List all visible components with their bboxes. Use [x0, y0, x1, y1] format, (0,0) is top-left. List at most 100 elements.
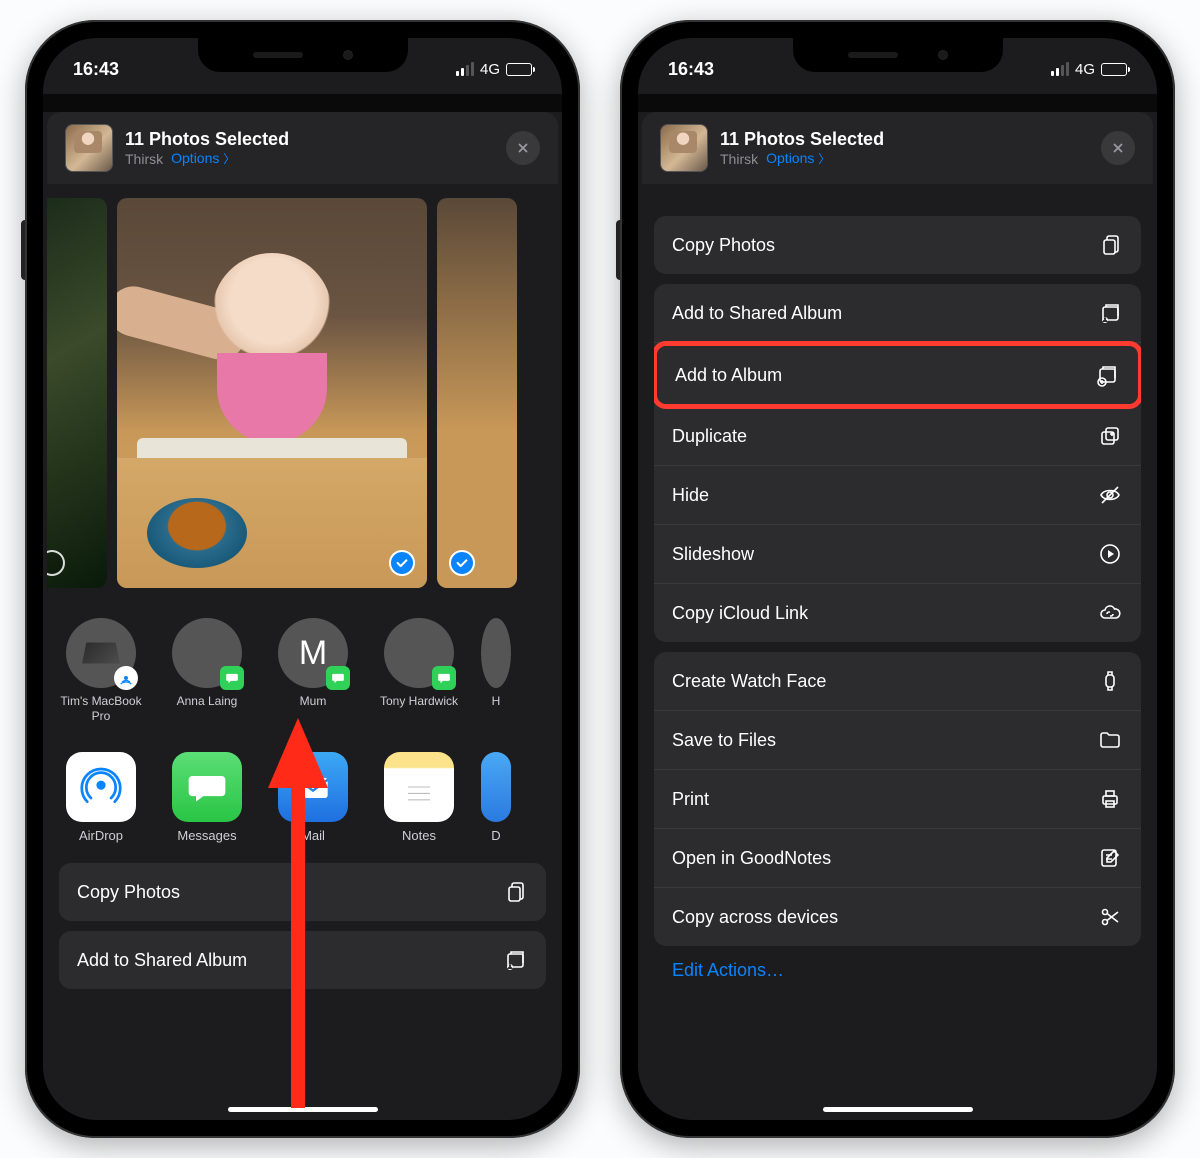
share-sheet-body: Tim's MacBook Pro Anna Laing M	[43, 184, 562, 1019]
action-label: Open in GoodNotes	[672, 848, 831, 869]
action-create-watch-face[interactable]: Create Watch Face	[654, 652, 1141, 711]
action-label: Copy Photos	[672, 235, 775, 256]
action-label: Copy across devices	[672, 907, 838, 928]
selection-location: Thirsk	[720, 151, 758, 167]
status-time: 16:43	[73, 59, 119, 80]
contact-anna[interactable]: Anna Laing	[163, 618, 251, 724]
copy-icon	[1097, 232, 1123, 258]
app-label: Messages	[163, 828, 251, 843]
watch-icon	[1097, 668, 1123, 694]
phone-right: 16:43 4G 11 Photos Selected Thirsk Optio…	[620, 20, 1175, 1138]
contact-more[interactable]: H	[481, 618, 511, 724]
action-copy-photos[interactable]: Copy Photos	[654, 216, 1141, 274]
app-icon-partial	[481, 752, 511, 822]
battery-icon	[1101, 63, 1127, 76]
header-text: 11 Photos Selected Thirsk Options 〉	[720, 129, 1089, 167]
action-label: Create Watch Face	[672, 671, 826, 692]
selection-subtitle: Thirsk Options 〉	[720, 150, 1089, 167]
edit-actions-link[interactable]: Edit Actions…	[654, 956, 1141, 985]
action-copy-across-devices[interactable]: Copy across devices	[654, 888, 1141, 946]
signal-icon	[456, 62, 474, 76]
background-strip	[43, 94, 562, 112]
airdrop-badge-icon	[114, 666, 138, 690]
action-copy-photos[interactable]: Copy Photos	[59, 863, 546, 921]
home-indicator[interactable]	[228, 1107, 378, 1112]
close-button[interactable]	[506, 131, 540, 165]
photo-preview-prev[interactable]	[47, 198, 107, 588]
selection-check-icon[interactable]	[449, 550, 475, 576]
avatar: M	[278, 618, 348, 688]
app-mail[interactable]: Mail	[269, 752, 357, 843]
app-messages[interactable]: Messages	[163, 752, 251, 843]
action-label: Duplicate	[672, 426, 747, 447]
action-label: Copy iCloud Link	[672, 603, 808, 624]
action-add-shared-album[interactable]: Add to Shared Album	[654, 284, 1141, 343]
app-label: Mail	[269, 828, 357, 843]
action-open-goodnotes[interactable]: Open in GoodNotes	[654, 829, 1141, 888]
action-copy-icloud-link[interactable]: Copy iCloud Link	[654, 584, 1141, 642]
play-icon	[1097, 541, 1123, 567]
action-label: Slideshow	[672, 544, 754, 565]
action-print[interactable]: Print	[654, 770, 1141, 829]
action-group: Copy Photos	[59, 863, 546, 921]
action-label: Print	[672, 789, 709, 810]
messages-badge-icon	[326, 666, 350, 690]
photo-preview-next[interactable]	[437, 198, 517, 588]
airdrop-contacts-row[interactable]: Tim's MacBook Pro Anna Laing M	[47, 604, 558, 738]
scissors-icon	[1097, 904, 1123, 930]
app-airdrop[interactable]: AirDrop	[57, 752, 145, 843]
contact-tony[interactable]: Tony Hardwick	[375, 618, 463, 724]
screen: 16:43 4G 11 Photos Selected Thirsk Optio…	[638, 38, 1157, 1120]
messages-icon	[172, 752, 242, 822]
screen: 16:43 4G 11 Photos Selected Thirsk Optio…	[43, 38, 562, 1120]
messages-badge-icon	[432, 666, 456, 690]
action-label: Copy Photos	[77, 882, 180, 903]
avatar	[172, 618, 242, 688]
network-label: 4G	[1075, 61, 1095, 78]
selection-title: 11 Photos Selected	[720, 129, 1089, 150]
action-label: Add to Shared Album	[672, 303, 842, 324]
close-button[interactable]	[1101, 131, 1135, 165]
selection-title: 11 Photos Selected	[125, 129, 494, 150]
contact-label: Mum	[269, 694, 357, 724]
photo-preview-strip[interactable]	[47, 184, 558, 604]
avatar	[384, 618, 454, 688]
action-add-to-album[interactable]: Add to Album	[654, 341, 1141, 409]
app-label: AirDrop	[57, 828, 145, 843]
shared-album-icon	[502, 947, 528, 973]
app-notes[interactable]: Notes	[375, 752, 463, 843]
action-group: Create Watch Face Save to Files Print	[654, 652, 1141, 946]
selection-circle-empty[interactable]	[47, 550, 65, 576]
mail-icon	[278, 752, 348, 822]
action-slideshow[interactable]: Slideshow	[654, 525, 1141, 584]
messages-badge-icon	[220, 666, 244, 690]
contact-macbook[interactable]: Tim's MacBook Pro	[57, 618, 145, 724]
background-strip	[638, 94, 1157, 112]
notch	[793, 38, 1003, 72]
album-add-icon	[1094, 362, 1120, 388]
photo-preview-main[interactable]	[117, 198, 427, 588]
action-group: Add to Shared Album	[59, 931, 546, 989]
action-add-shared-album[interactable]: Add to Shared Album	[59, 931, 546, 989]
action-save-to-files[interactable]: Save to Files	[654, 711, 1141, 770]
selection-check-icon[interactable]	[389, 550, 415, 576]
options-link[interactable]: Options 〉	[766, 150, 830, 167]
app-more[interactable]: D	[481, 752, 511, 843]
contact-label: H	[481, 694, 511, 724]
network-label: 4G	[480, 61, 500, 78]
action-duplicate[interactable]: Duplicate	[654, 407, 1141, 466]
battery-icon	[506, 63, 532, 76]
options-link[interactable]: Options 〉	[171, 150, 235, 167]
action-label: Hide	[672, 485, 709, 506]
selection-thumbnail	[65, 124, 113, 172]
contact-mum[interactable]: M Mum	[269, 618, 357, 724]
actions-list: Copy Photos Add to Shared Album	[642, 210, 1153, 1005]
notes-icon	[384, 752, 454, 822]
share-apps-row[interactable]: AirDrop Messages Mail	[47, 738, 558, 857]
home-indicator[interactable]	[823, 1107, 973, 1112]
share-sheet-header: 11 Photos Selected Thirsk Options 〉	[47, 112, 558, 184]
share-sheet-body: Copy Photos Add to Shared Album	[638, 184, 1157, 1005]
selection-subtitle: Thirsk Options 〉	[125, 150, 494, 167]
action-hide[interactable]: Hide	[654, 466, 1141, 525]
action-group: Copy Photos	[654, 216, 1141, 274]
